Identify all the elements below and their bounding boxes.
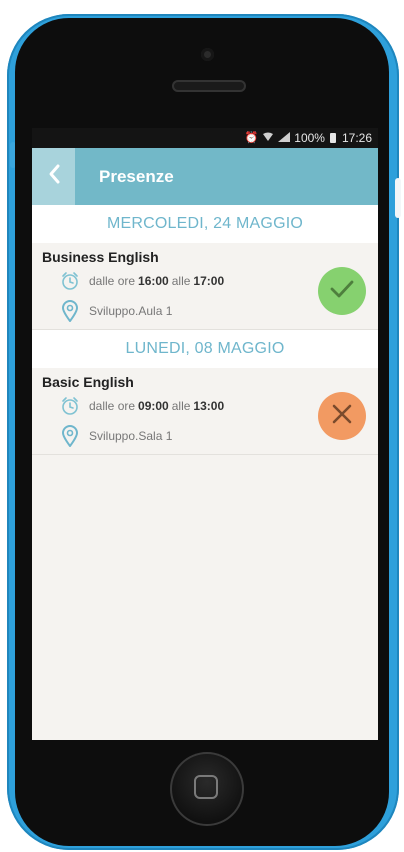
alarm-clock-icon <box>60 396 80 416</box>
battery-icon <box>329 133 336 143</box>
date-header: MERCOLEDI, 24 MAGGIO <box>32 205 378 243</box>
app-bar: Presenze <box>32 148 378 205</box>
location-row: Sviluppo.Sala 1 <box>60 425 173 447</box>
location-row: Sviluppo.Aula 1 <box>60 300 173 322</box>
start-time: 16:00 <box>138 274 169 288</box>
time-prefix: dalle ore <box>89 274 136 288</box>
check-icon <box>329 279 355 304</box>
clock: 17:26 <box>341 131 372 145</box>
page-title: Presenze <box>99 166 174 186</box>
chevron-left-icon <box>47 163 61 190</box>
time-row: dalle ore 09:00 alle 13:00 <box>60 396 227 416</box>
course-title: Basic English <box>42 374 134 390</box>
attendance-status-badge <box>318 267 366 315</box>
close-icon <box>330 402 354 431</box>
time-mid: alle <box>171 274 191 288</box>
time-row: dalle ore 16:00 alle 17:00 <box>60 271 227 291</box>
location-label: Sviluppo.Sala 1 <box>89 429 173 443</box>
list-item[interactable]: Basic English dalle ore 09:00 alle 13:00 <box>32 368 378 455</box>
earpiece-speaker <box>172 80 246 92</box>
date-header: LUNEDI, 08 MAGGIO <box>32 330 378 368</box>
home-button[interactable] <box>170 752 244 826</box>
wifi-icon <box>262 132 274 145</box>
alarm-clock-icon <box>60 271 80 291</box>
signal-icon <box>278 131 291 145</box>
front-camera <box>201 48 214 61</box>
start-time: 09:00 <box>138 399 169 413</box>
phone-side-highlight <box>395 178 401 218</box>
course-title: Business English <box>42 249 159 265</box>
time-mid: alle <box>171 399 191 413</box>
map-pin-icon <box>60 425 80 447</box>
home-square-icon <box>194 775 218 799</box>
screen: ⏰ 100% 17:26 Presenze MERCOLEDI, 24 MAGG… <box>32 128 378 740</box>
list-item[interactable]: Business English dalle ore 16:00 alle 17… <box>32 243 378 330</box>
alarm-icon: ⏰ <box>244 131 259 144</box>
status-bar: ⏰ 100% 17:26 <box>32 128 378 148</box>
end-time: 13:00 <box>193 399 225 413</box>
map-pin-icon <box>60 300 80 322</box>
back-button[interactable] <box>32 148 75 205</box>
battery-percent: 100% <box>294 131 325 145</box>
end-time: 17:00 <box>193 274 225 288</box>
time-prefix: dalle ore <box>89 399 136 413</box>
location-label: Sviluppo.Aula 1 <box>89 304 173 318</box>
attendance-status-badge <box>318 392 366 440</box>
